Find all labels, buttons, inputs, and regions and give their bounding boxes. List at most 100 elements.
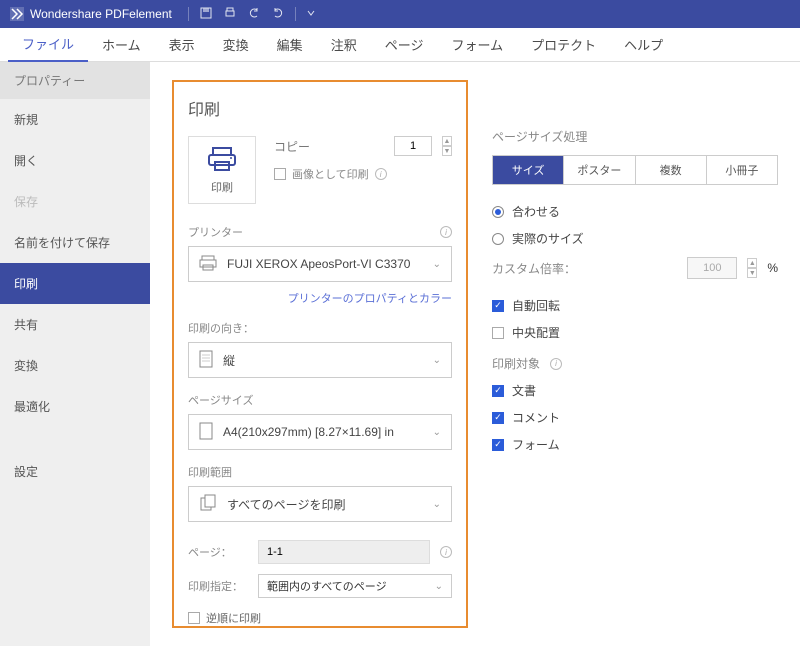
auto-rotate-label: 自動回転 xyxy=(512,297,560,314)
menu-注釈[interactable]: 注釈 xyxy=(317,28,371,62)
printer-properties-link[interactable]: プリンターのプロパティとカラー xyxy=(188,290,452,306)
info-icon[interactable]: i xyxy=(440,226,452,238)
pages-label: ページ： xyxy=(188,544,248,560)
menubar: ファイルホーム表示変換編集注釈ページフォームプロテクトヘルプ xyxy=(0,28,800,62)
print-target-label: 印刷対象 xyxy=(492,355,540,372)
page-sizing-panel: ページサイズ処理 サイズポスター複数小冊子 合わせる実際のサイズ カスタム倍率：… xyxy=(492,80,778,628)
seg-小冊子[interactable]: 小冊子 xyxy=(707,156,777,184)
target-checkbox-フォーム[interactable] xyxy=(492,439,504,451)
print-spec-label: 印刷指定： xyxy=(188,578,248,594)
print-range-value: すべてのページを印刷 xyxy=(227,496,423,513)
copies-input[interactable] xyxy=(394,136,432,156)
save-icon[interactable] xyxy=(199,6,213,23)
sidebar-item-最適化[interactable]: 最適化 xyxy=(0,386,150,427)
sidebar-item-共有[interactable]: 共有 xyxy=(0,304,150,345)
dropdown-icon[interactable] xyxy=(306,7,316,21)
custom-scale-label: カスタム倍率： xyxy=(492,260,677,277)
page-size-label: ページサイズ xyxy=(188,392,253,408)
reverse-order-checkbox[interactable] xyxy=(188,612,200,624)
print-card-label: 印刷 xyxy=(211,179,233,195)
chevron-down-icon: ⌄ xyxy=(433,259,441,270)
chevron-down-icon: ⌄ xyxy=(433,427,441,438)
copies-up-icon[interactable]: ▲ xyxy=(442,136,452,146)
print-as-image-checkbox[interactable] xyxy=(274,168,286,180)
menu-プロテクト[interactable]: プロテクト xyxy=(517,28,610,62)
reverse-order-label: 逆順に印刷 xyxy=(206,610,261,626)
file-sidebar: プロパティー 新規開く保存名前を付けて保存印刷共有変換最適化設定 xyxy=(0,62,150,646)
print-spec-value: 範囲内のすべてのページ xyxy=(267,578,387,594)
info-icon[interactable]: i xyxy=(440,546,452,558)
menu-ファイル[interactable]: ファイル xyxy=(8,28,88,62)
pages-input[interactable] xyxy=(258,540,430,564)
menu-表示[interactable]: 表示 xyxy=(155,28,209,62)
info-icon[interactable]: i xyxy=(375,168,387,180)
target-checkbox-文書[interactable] xyxy=(492,385,504,397)
page-sizing-label: ページサイズ処理 xyxy=(492,128,778,145)
center-align-label: 中央配置 xyxy=(512,324,560,341)
sizing-mode-segment: サイズポスター複数小冊子 xyxy=(492,155,778,185)
menu-フォーム[interactable]: フォーム xyxy=(437,28,517,62)
sidebar-item-新規[interactable]: 新規 xyxy=(0,99,150,140)
chevron-down-icon: ⌄ xyxy=(435,581,443,592)
seg-複数[interactable]: 複数 xyxy=(636,156,707,184)
page-portrait-icon xyxy=(199,350,213,371)
app-title: Wondershare PDFelement xyxy=(30,7,172,21)
info-icon[interactable]: i xyxy=(550,358,562,370)
target-label: コメント xyxy=(512,409,560,426)
sidebar-item-印刷[interactable]: 印刷 xyxy=(0,263,150,304)
sidebar-item-名前を付けて保存[interactable]: 名前を付けて保存 xyxy=(0,222,150,263)
print-mode-card[interactable]: 印刷 xyxy=(188,136,256,204)
page-size-value: A4(210x297mm) [8.27×11.69] in xyxy=(223,425,423,439)
page-icon xyxy=(199,422,213,443)
target-label: フォーム xyxy=(512,436,560,453)
menu-ページ[interactable]: ページ xyxy=(371,28,438,62)
menu-編集[interactable]: 編集 xyxy=(263,28,317,62)
titlebar: Wondershare PDFelement xyxy=(0,0,800,28)
print-as-image-label: 画像として印刷 xyxy=(292,166,369,182)
menu-変換[interactable]: 変換 xyxy=(209,28,263,62)
orientation-value: 縦 xyxy=(223,352,423,369)
copies-down-icon[interactable]: ▼ xyxy=(442,146,452,156)
radio-合わせる[interactable] xyxy=(492,206,504,218)
custom-scale-input[interactable] xyxy=(687,257,737,279)
undo-icon[interactable] xyxy=(247,6,261,23)
printer-label: プリンター xyxy=(188,224,243,240)
menu-ホーム[interactable]: ホーム xyxy=(88,28,155,62)
printer-select[interactable]: FUJI XEROX ApeosPort-VI C3370 ⌄ xyxy=(188,246,452,282)
chevron-down-icon: ⌄ xyxy=(433,499,441,510)
orientation-label: 印刷の向き： xyxy=(188,320,254,336)
menu-ヘルプ[interactable]: ヘルプ xyxy=(610,28,677,62)
sidebar-item-設定[interactable]: 設定 xyxy=(0,451,150,492)
chevron-down-icon: ⌄ xyxy=(433,355,441,366)
sidebar-item-保存[interactable]: 保存 xyxy=(0,181,150,222)
pages-icon xyxy=(199,494,217,515)
print-spec-select[interactable]: 範囲内のすべてのページ ⌄ xyxy=(258,574,452,598)
app-logo-icon xyxy=(10,7,24,21)
printer-value: FUJI XEROX ApeosPort-VI C3370 xyxy=(227,257,423,271)
sidebar-item-変換[interactable]: 変換 xyxy=(0,345,150,386)
sidebar-item-開く[interactable]: 開く xyxy=(0,140,150,181)
seg-サイズ[interactable]: サイズ xyxy=(493,156,564,184)
print-range-label: 印刷範囲 xyxy=(188,464,232,480)
seg-ポスター[interactable]: ポスター xyxy=(564,156,635,184)
scale-down-icon[interactable]: ▼ xyxy=(747,268,757,278)
page-size-select[interactable]: A4(210x297mm) [8.27×11.69] in ⌄ xyxy=(188,414,452,450)
print-panel: 印刷 印刷 コピー ▲ ▼ xyxy=(172,80,468,628)
redo-icon[interactable] xyxy=(271,6,285,23)
print-heading: 印刷 xyxy=(188,96,452,120)
scale-up-icon[interactable]: ▲ xyxy=(747,258,757,268)
radio-label: 合わせる xyxy=(512,203,560,220)
radio-実際のサイズ[interactable] xyxy=(492,233,504,245)
printer-icon xyxy=(207,146,237,175)
copies-label: コピー xyxy=(274,138,314,155)
center-align-checkbox[interactable] xyxy=(492,327,504,339)
target-checkbox-コメント[interactable] xyxy=(492,412,504,424)
scale-unit: % xyxy=(767,261,778,275)
orientation-select[interactable]: 縦 ⌄ xyxy=(188,342,452,378)
print-range-select[interactable]: すべてのページを印刷 ⌄ xyxy=(188,486,452,522)
target-label: 文書 xyxy=(512,382,536,399)
sidebar-header: プロパティー xyxy=(0,62,150,99)
radio-label: 実際のサイズ xyxy=(512,230,584,247)
print-icon[interactable] xyxy=(223,6,237,23)
auto-rotate-checkbox[interactable] xyxy=(492,300,504,312)
